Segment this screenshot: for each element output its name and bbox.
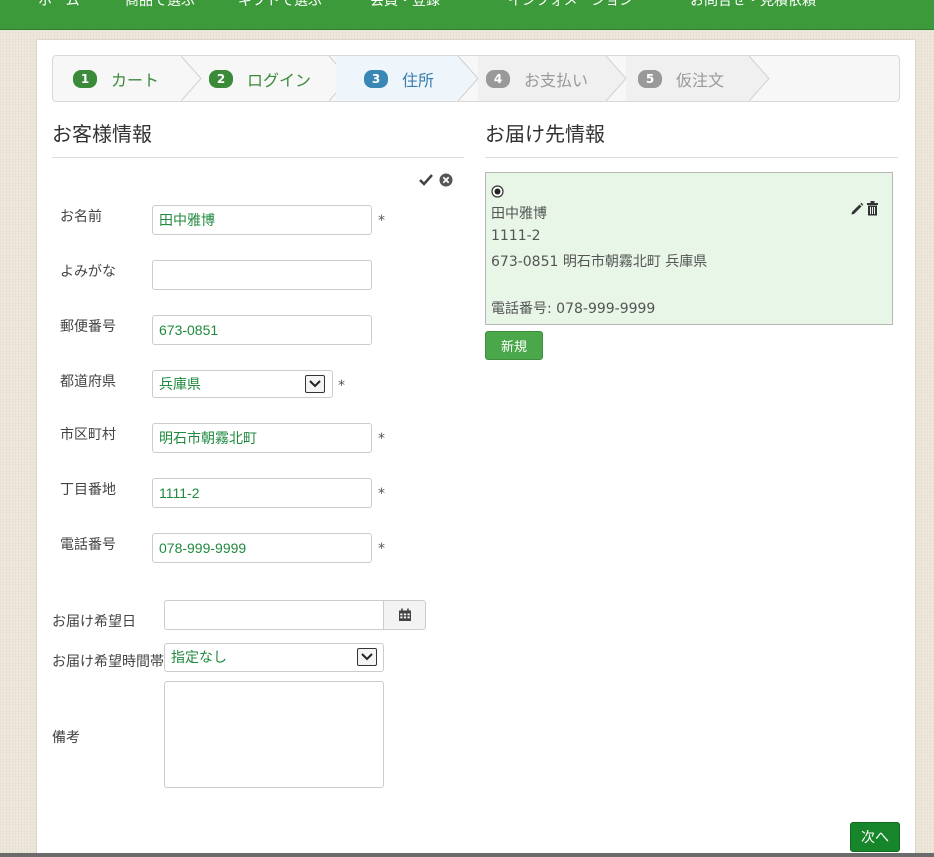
required-mark: * bbox=[378, 486, 385, 502]
kana-label: よみがな bbox=[60, 264, 116, 280]
step-number: 1 bbox=[73, 69, 97, 88]
step-separator-icon bbox=[749, 56, 770, 101]
step-number: 2 bbox=[209, 69, 233, 88]
step-login[interactable]: 2 ログイン bbox=[203, 56, 333, 101]
street-input[interactable]: 1111-2 bbox=[152, 478, 372, 508]
required-mark: * bbox=[378, 213, 385, 229]
delivery-time-label: お届け希望時間帯 bbox=[52, 654, 164, 670]
step-payment[interactable]: 4 お支払い bbox=[478, 56, 606, 101]
step-label: ログイン bbox=[247, 70, 312, 90]
kana-input[interactable] bbox=[152, 260, 372, 290]
notes-label: 備考 bbox=[52, 730, 80, 746]
required-mark: * bbox=[378, 431, 385, 447]
step-provisional-order[interactable]: 5 仮注文 bbox=[626, 56, 749, 101]
os-taskbar bbox=[0, 853, 934, 857]
calendar-icon bbox=[398, 608, 411, 621]
checkout-panel: 1 カート 2 ログイン 3 住所 4 お支払い 5 仮注文 お客様情報 お名前… bbox=[37, 40, 915, 857]
address-street: 1111-2 bbox=[491, 228, 541, 244]
top-navigation: ホーム 商品で選ぶ ギフトで選ぶ 会員・登録 インフォメーション お問合せ・見積… bbox=[0, 0, 934, 30]
step-address[interactable]: 3 住所 bbox=[336, 56, 458, 101]
chevron-down-icon[interactable] bbox=[357, 648, 377, 666]
nav-item-gifts[interactable]: ギフトで選ぶ bbox=[238, 0, 322, 10]
city-input[interactable]: 明石市朝霧北町 bbox=[152, 423, 372, 453]
nav-item-home[interactable]: ホーム bbox=[38, 0, 80, 10]
required-mark: * bbox=[378, 541, 385, 557]
delivery-date-label: お届け希望日 bbox=[52, 614, 136, 630]
step-separator-icon bbox=[606, 56, 627, 101]
street-label: 丁目番地 bbox=[60, 482, 116, 498]
step-separator-icon bbox=[458, 56, 479, 101]
customer-info-heading: お客様情報 bbox=[52, 118, 464, 158]
zip-label: 郵便番号 bbox=[60, 319, 116, 335]
address-line: 673-0851 明石市朝霧北町 兵庫県 bbox=[491, 254, 708, 270]
chevron-down-icon[interactable] bbox=[305, 375, 325, 393]
delete-trash-icon[interactable] bbox=[866, 201, 879, 216]
checkout-steps: 1 カート 2 ログイン 3 住所 4 お支払い 5 仮注文 bbox=[52, 55, 900, 102]
nav-item-members[interactable]: 会員・登録 bbox=[370, 0, 440, 10]
shipping-address-card[interactable]: 田中雅博 1111-2 673-0851 明石市朝霧北町 兵庫県 電話番号: 0… bbox=[485, 172, 893, 325]
address-phone: 電話番号: 078-999-9999 bbox=[491, 301, 656, 317]
new-address-button[interactable]: 新規 bbox=[485, 331, 543, 360]
confirm-check-icon[interactable] bbox=[419, 173, 433, 187]
address-radio[interactable] bbox=[491, 185, 504, 198]
step-number: 5 bbox=[638, 69, 662, 88]
step-label: カート bbox=[111, 70, 160, 90]
prefecture-label: 都道府県 bbox=[60, 374, 116, 390]
phone-label: 電話番号 bbox=[60, 537, 116, 553]
step-label: お支払い bbox=[524, 70, 589, 90]
notes-textarea[interactable] bbox=[164, 681, 384, 788]
shipping-info-heading: お届け先情報 bbox=[485, 118, 898, 158]
calendar-button[interactable] bbox=[383, 600, 426, 630]
nav-item-info[interactable]: インフォメーション bbox=[508, 0, 633, 10]
step-label: 住所 bbox=[402, 70, 435, 90]
delivery-time-select[interactable]: 指定なし bbox=[164, 643, 384, 672]
step-cart[interactable]: 1 カート bbox=[53, 56, 183, 101]
next-button[interactable]: 次へ bbox=[850, 822, 900, 852]
name-input[interactable]: 田中雅博 bbox=[152, 205, 372, 235]
edit-pencil-icon[interactable] bbox=[850, 202, 864, 216]
nav-item-products[interactable]: 商品で選ぶ bbox=[125, 0, 195, 10]
step-separator-icon bbox=[181, 56, 202, 101]
city-label: 市区町村 bbox=[60, 427, 116, 443]
phone-input[interactable]: 078-999-9999 bbox=[152, 533, 372, 563]
nav-item-contact[interactable]: お問合せ・見積依頼 bbox=[690, 0, 816, 10]
required-mark: * bbox=[338, 378, 345, 394]
name-label: お名前 bbox=[60, 209, 102, 225]
step-number: 4 bbox=[486, 69, 510, 88]
zip-input[interactable]: 673-0851 bbox=[152, 315, 372, 345]
step-label: 仮注文 bbox=[676, 70, 725, 90]
address-name: 田中雅博 bbox=[491, 206, 547, 222]
clear-circle-x-icon[interactable] bbox=[439, 173, 453, 187]
delivery-date-input[interactable] bbox=[164, 600, 384, 630]
step-number: 3 bbox=[364, 69, 388, 88]
